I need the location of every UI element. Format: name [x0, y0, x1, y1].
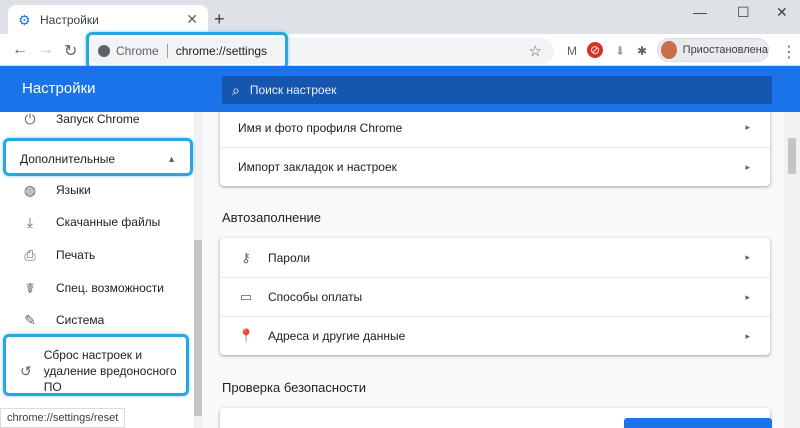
sidebar-item-accessibility[interactable]: ☤ Спец. возможности — [0, 271, 195, 305]
row-label: Имя и фото профиля Chrome — [238, 120, 403, 135]
tab-strip: ⚙ Настройки ✕ + — ☐ ✕ — [0, 0, 800, 34]
avatar — [661, 41, 677, 59]
tab-close-icon[interactable]: ✕ — [186, 11, 198, 28]
sidebar-scrollbar-thumb[interactable] — [194, 240, 202, 416]
download-icon: ⤓ — [26, 213, 34, 230]
section-title-autofill: Автозаполнение — [222, 210, 322, 225]
settings-search[interactable]: ⌕ — [222, 76, 772, 104]
row-label: Импорт закладок и настроек — [238, 160, 397, 174]
puzzle-extension-icon[interactable]: ✱ — [633, 42, 651, 60]
accessibility-icon: ☤ — [25, 279, 35, 296]
arrow-right-icon: ▸ — [745, 330, 750, 341]
arrow-right-icon: ▸ — [745, 122, 750, 132]
back-button[interactable]: ← — [12, 41, 28, 59]
safety-check-button[interactable] — [624, 418, 772, 428]
reload-button[interactable]: ↻ — [64, 41, 77, 61]
chrome-icon — [98, 45, 110, 57]
menu-icon[interactable]: ⋮ — [781, 42, 797, 62]
wrench-icon: ✎ — [24, 311, 36, 328]
print-icon: ⎙ — [24, 246, 36, 263]
arrow-right-icon: ▸ — [745, 252, 750, 262]
payment-methods-row[interactable]: ▭ Способы оплаты ▸ — [220, 277, 770, 316]
restore-icon: ↺ — [20, 362, 32, 379]
sidebar-item-printing[interactable]: ⎙ Печать — [0, 238, 195, 272]
bookmark-star-icon[interactable]: ☆ — [529, 42, 542, 60]
address-bar[interactable]: Chrome chrome://settings ☆ — [86, 38, 554, 64]
settings-main: Имя и фото профиля Chrome ▸ Импорт закла… — [202, 112, 784, 428]
sidebar-item-system[interactable]: ✎ Система — [0, 303, 195, 337]
section-title-safety-check: Проверка безопасности — [222, 380, 367, 395]
row-label: Способы оплаты — [268, 290, 363, 304]
sidebar-item-label: Запуск Chrome — [56, 112, 140, 126]
sidebar-item-startup[interactable]: ⏻ Запуск Chrome — [0, 102, 195, 136]
window-close-button[interactable]: ✕ — [776, 4, 788, 21]
people-card: Имя и фото профиля Chrome ▸ Импорт закла… — [220, 112, 770, 186]
tab-title: Настройки — [40, 12, 99, 27]
gmail-extension-icon[interactable]: M — [563, 42, 581, 60]
row-label: Адреса и другие данные — [268, 329, 406, 343]
search-icon: ⌕ — [232, 81, 240, 98]
search-input[interactable] — [249, 83, 730, 97]
autofill-card: ⚷ Пароли ▸ ▭ Способы оплаты ▸ 📍 Адреса и… — [220, 238, 770, 355]
sidebar: ⏻ Запуск Chrome Дополнительные ▲ ◍ Языки… — [0, 111, 202, 428]
sidebar-item-downloads[interactable]: ⤓ Скачанные файлы — [0, 205, 195, 239]
sidebar-item-label: Спец. возможности — [56, 281, 164, 295]
credit-card-icon: ▭ — [239, 289, 253, 304]
tab-settings[interactable]: ⚙ Настройки ✕ — [8, 5, 208, 34]
main-scrollbar-thumb[interactable] — [788, 138, 796, 174]
address-url[interactable]: chrome://settings — [176, 44, 267, 58]
sidebar-item-label: Языки — [56, 183, 91, 197]
status-bar: chrome://settings/reset — [0, 408, 126, 428]
sidebar-item-languages[interactable]: ◍ Языки — [0, 173, 195, 207]
row-label: Пароли — [268, 250, 311, 265]
new-tab-button[interactable]: + — [214, 9, 225, 30]
caret-up-icon: ▲ — [167, 154, 176, 164]
profile-button[interactable]: Приостановлена — [657, 38, 769, 62]
power-icon: ⏻ — [24, 110, 36, 127]
gear-icon: ⚙ — [18, 11, 31, 28]
arrow-right-icon: ▸ — [745, 291, 750, 302]
import-bookmarks-row[interactable]: Импорт закладок и настроек ▸ — [220, 147, 770, 186]
key-icon: ⚷ — [241, 249, 251, 265]
globe-icon: ◍ — [23, 181, 37, 198]
maximize-button[interactable]: ☐ — [737, 4, 750, 21]
block-extension-icon[interactable]: ⊘ — [587, 42, 603, 58]
browser-toolbar: ← → ↻ Chrome chrome://settings ☆ M ⊘ ⬇ ✱… — [0, 34, 800, 66]
profile-status: Приостановлена — [682, 44, 768, 56]
location-pin-icon: 📍 — [238, 328, 255, 343]
sidebar-item-label: Сброс настроек и удаление вредоносного П… — [43, 348, 177, 394]
address-scheme-label: Chrome — [116, 44, 168, 58]
sidebar-item-label: Дополнительные — [20, 152, 115, 166]
sidebar-item-label: Печать — [56, 248, 96, 262]
passwords-row[interactable]: ⚷ Пароли ▸ — [220, 238, 770, 277]
addresses-row[interactable]: 📍 Адреса и другие данные ▸ — [220, 316, 770, 355]
sidebar-item-label: Скачанные файлы — [56, 215, 161, 229]
minimize-button[interactable]: — — [693, 4, 707, 20]
profile-name-row[interactable]: Имя и фото профиля Chrome ▸ — [220, 112, 770, 147]
sidebar-item-advanced[interactable]: Дополнительные ▲ — [8, 142, 188, 176]
page-title: Настройки — [22, 80, 96, 97]
sidebar-item-reset[interactable]: ↺ Сброс настроек и удаление вредоносного… — [8, 342, 190, 400]
arrow-right-icon: ▸ — [745, 161, 750, 172]
sidebar-item-label: Система — [56, 313, 105, 327]
forward-button[interactable]: → — [38, 41, 54, 59]
download-extension-icon[interactable]: ⬇ — [611, 42, 629, 60]
